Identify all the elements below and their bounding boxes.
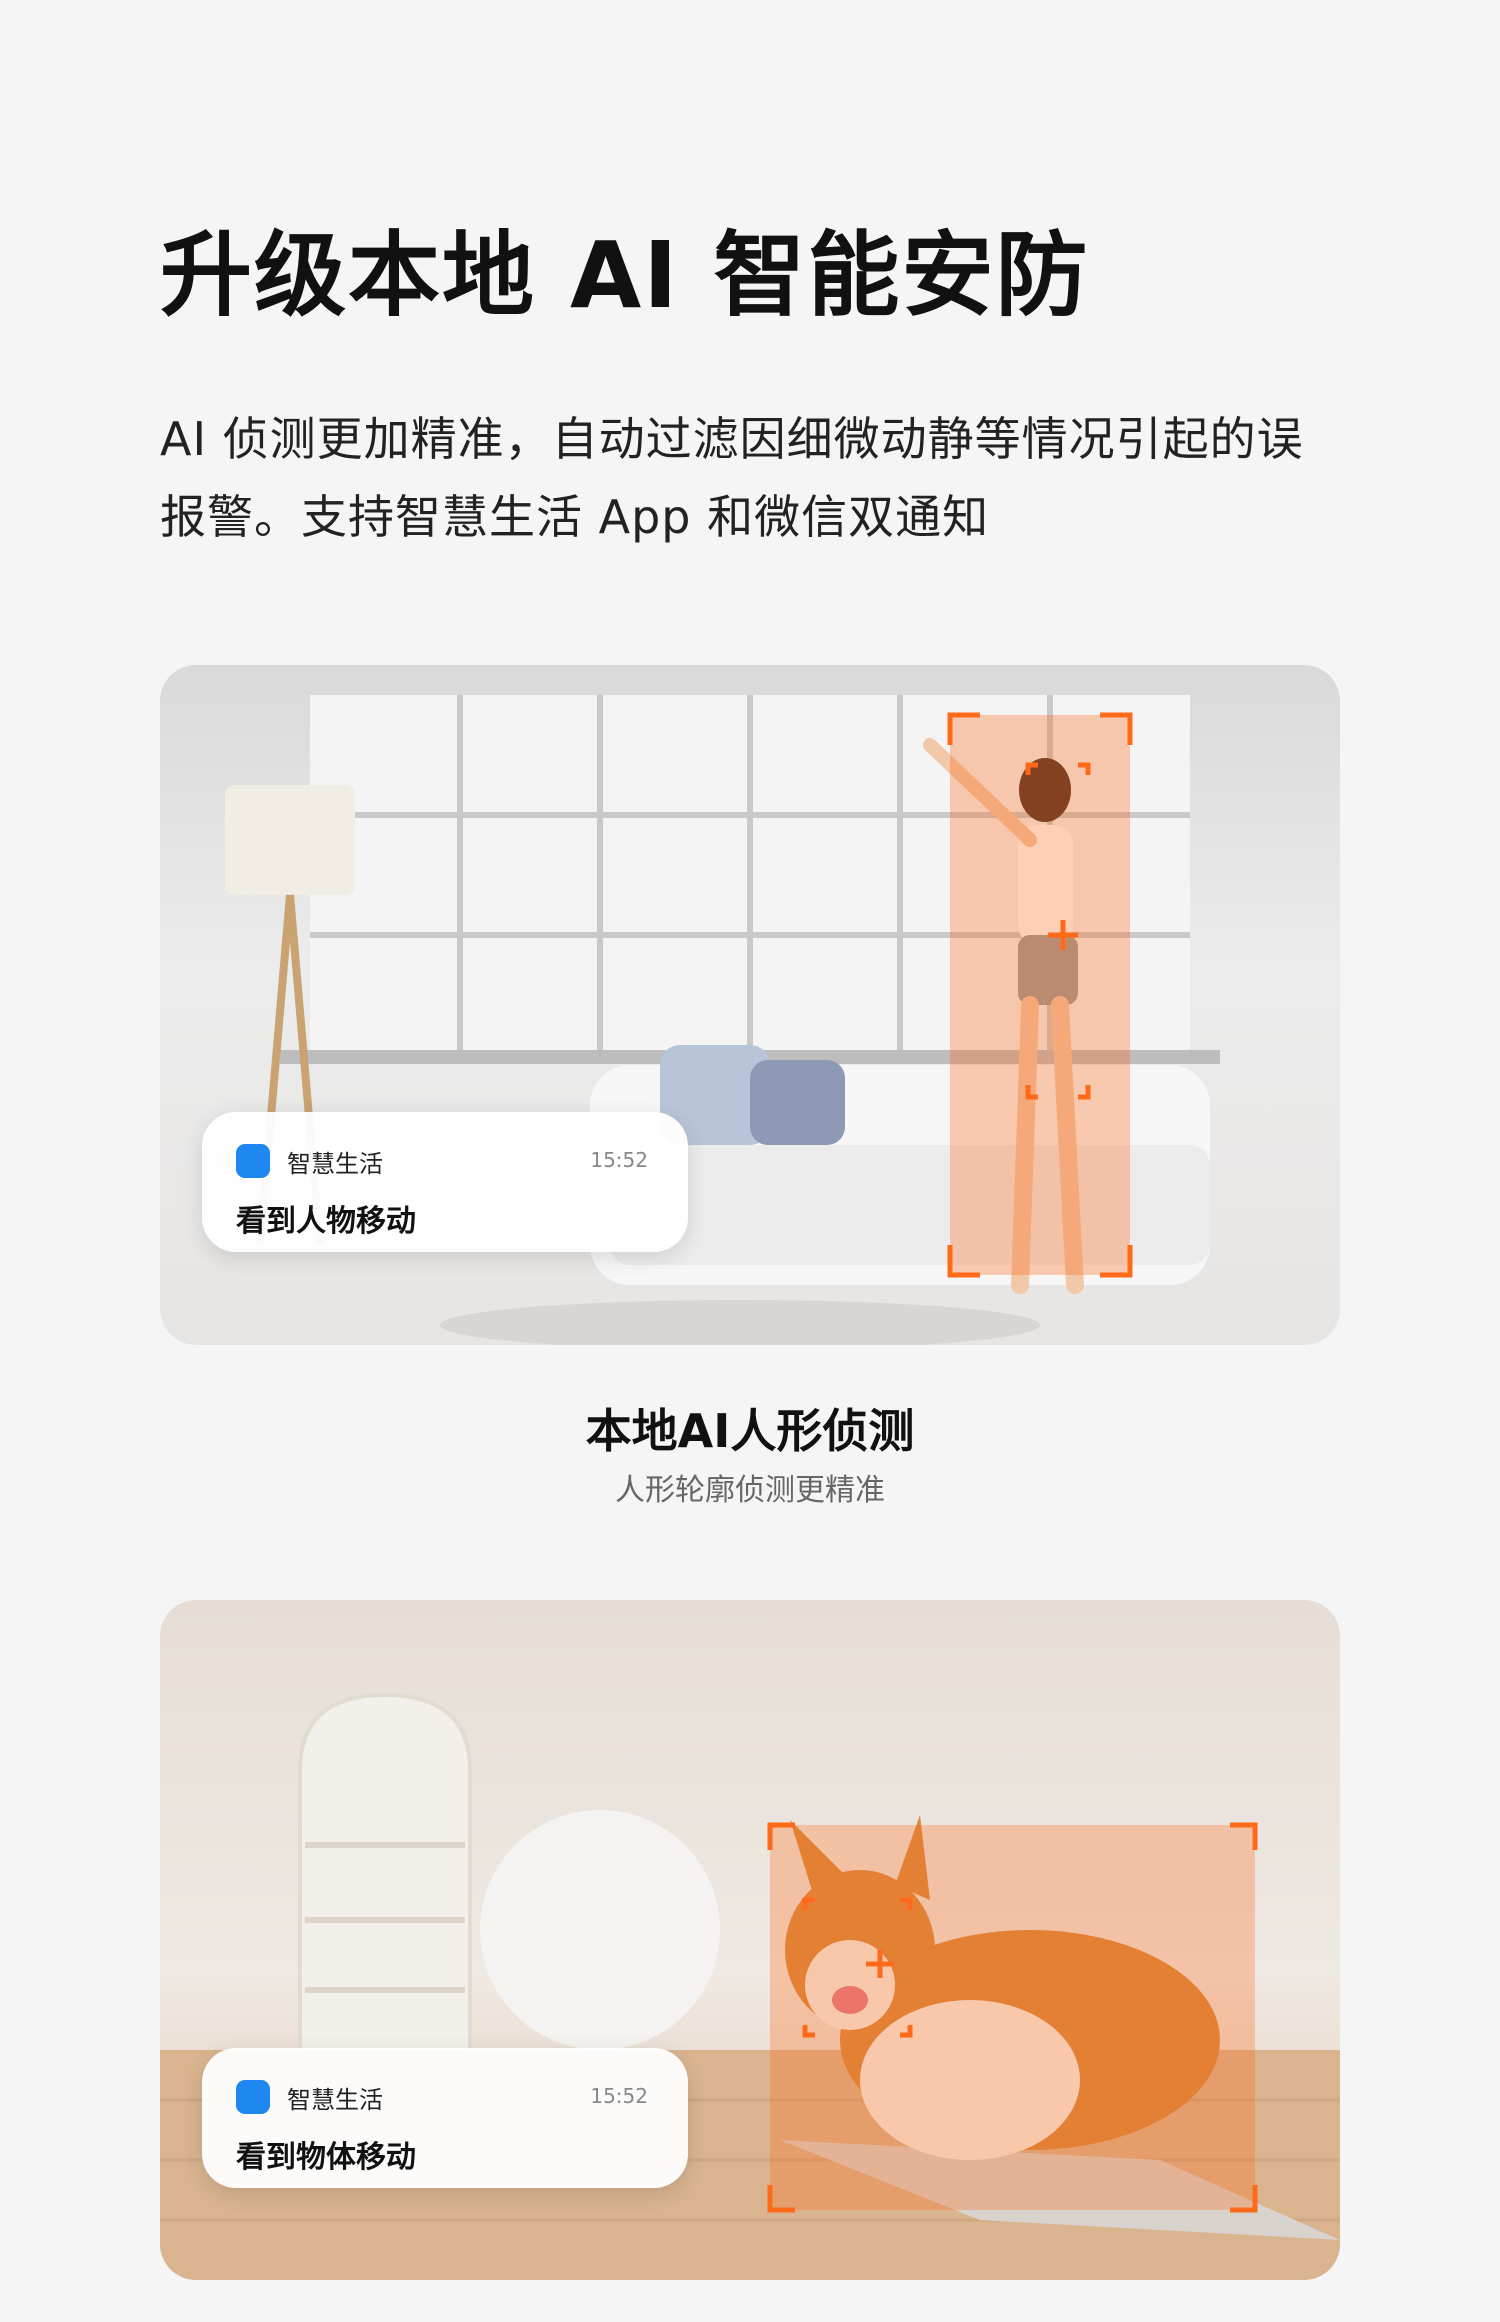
description-line-2: 报警。支持智慧生活 App 和微信双通知	[160, 490, 990, 544]
notification-message: 看到物体移动	[236, 2140, 416, 2175]
notification-time: 15:52	[590, 1148, 648, 1172]
smart-life-app-icon	[236, 1144, 270, 1178]
feature-subtitle: 人形轮廓侦测更精准	[615, 1473, 885, 1508]
object-detection-image: 智慧生活 15:52 看到物体移动	[160, 1600, 1340, 2280]
notification-app-name: 智慧生活	[287, 2086, 383, 2114]
notification-app-name: 智慧生活	[287, 1150, 383, 1178]
person-detection-image: 智慧生活 15:52 看到人物移动	[160, 665, 1340, 1345]
description: AI 侦测更加精准，自动过滤因细微动静等情况引起的误 报警。支持智慧生活 App…	[160, 400, 1360, 556]
description-line-1: AI 侦测更加精准，自动过滤因细微动静等情况引起的误	[160, 412, 1304, 466]
feature-title: 本地AI人形侦测	[585, 1404, 915, 1458]
notification-card: 智慧生活 15:52 看到物体移动	[202, 2048, 688, 2188]
notification-message: 看到人物移动	[236, 1204, 416, 1239]
notification-time: 15:52	[590, 2084, 648, 2108]
notification-card: 智慧生活 15:52 看到人物移动	[202, 1112, 688, 1252]
smart-life-app-icon	[236, 2080, 270, 2114]
headline: 升级本地 AI 智能安防	[160, 222, 1090, 329]
